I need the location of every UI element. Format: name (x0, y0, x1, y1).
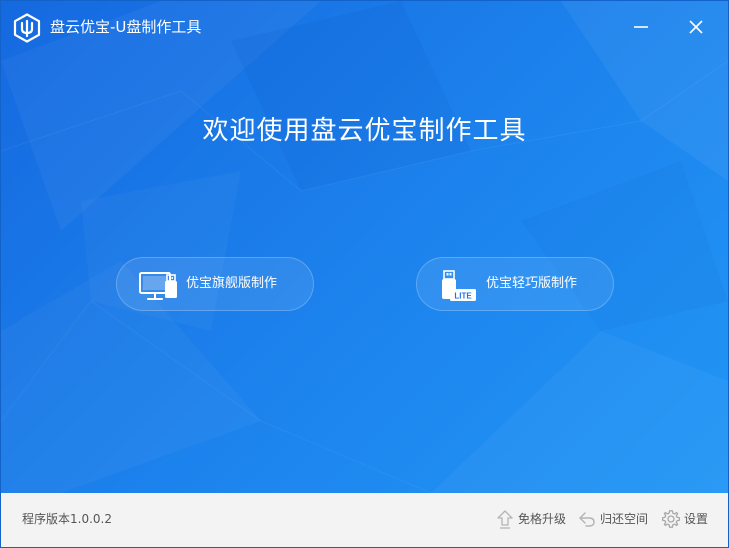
welcome-heading: 欢迎使用盘云优宝制作工具 (202, 116, 527, 146)
main-panel: 盘云优宝-U盘制作工具 欢迎使用盘云优宝制作工具 优宝旗舰版制作 LITE 优宝… (1, 1, 728, 493)
title-bar[interactable]: 盘云优宝-U盘制作工具 (1, 1, 728, 53)
gear-icon (661, 510, 681, 528)
app-window: 盘云优宝-U盘制作工具 欢迎使用盘云优宝制作工具 优宝旗舰版制作 LITE 优宝… (0, 0, 729, 548)
app-logo-icon (13, 13, 41, 43)
restore-space-link[interactable]: 归还空间 (577, 507, 653, 531)
close-icon (689, 20, 703, 34)
background-decoration (1, 1, 728, 493)
lite-badge-text: LITE (454, 292, 472, 301)
upgrade-link[interactable]: 免格升级 (495, 507, 569, 531)
upgrade-arrow-icon (497, 510, 513, 529)
settings-label: 设置 (684, 512, 709, 526)
lite-make-button[interactable]: LITE 优宝轻巧版制作 (416, 257, 614, 311)
flagship-make-label: 优宝旗舰版制作 (186, 276, 278, 291)
version-text: 程序版本1.0.0.2 (22, 512, 112, 526)
flagship-make-button[interactable]: 优宝旗舰版制作 (116, 257, 314, 311)
computer-usb-icon (139, 272, 177, 300)
settings-link[interactable]: 设置 (661, 507, 711, 531)
close-button[interactable] (684, 15, 708, 39)
return-arrow-icon (579, 512, 595, 527)
status-footer: 程序版本1.0.0.2 免格升级 归还空间 设置 (1, 493, 728, 547)
window-title: 盘云优宝-U盘制作工具 (50, 18, 202, 36)
upgrade-label: 免格升级 (518, 512, 567, 526)
minimize-icon (634, 26, 648, 28)
lite-make-label: 优宝轻巧版制作 (486, 276, 578, 291)
restore-space-label: 归还空间 (600, 512, 649, 526)
usb-lite-icon: LITE (442, 270, 476, 301)
minimize-button[interactable] (629, 15, 653, 39)
